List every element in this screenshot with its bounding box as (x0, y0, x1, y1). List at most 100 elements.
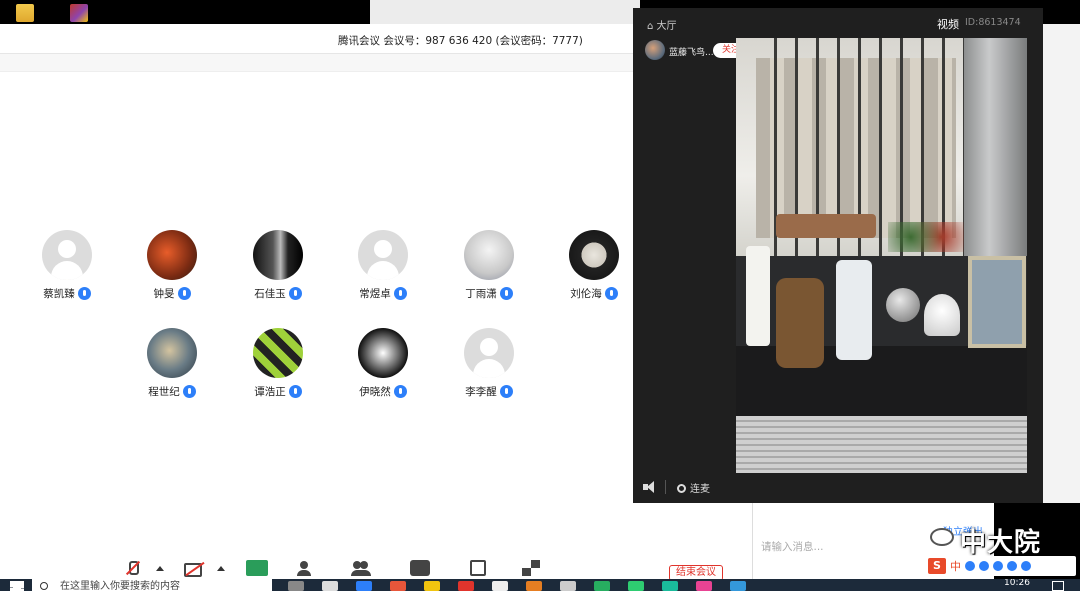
notification-icon[interactable] (1052, 581, 1064, 591)
taskbar-app-icon[interactable] (560, 581, 576, 591)
folder-icon[interactable] (16, 4, 34, 22)
participant-tile[interactable]: 程世纪 (127, 328, 217, 399)
host-badge-icon (62, 270, 72, 280)
sogou-icon[interactable]: S (928, 558, 946, 574)
windows-start-icon[interactable] (10, 581, 24, 591)
mic-icon (77, 287, 91, 300)
taskbar-app-icon[interactable] (662, 581, 678, 591)
file-explorer-icon[interactable] (424, 581, 440, 591)
divider (665, 480, 666, 494)
host-name: 蓝藤飞鸟... (669, 48, 714, 58)
avatar (147, 328, 197, 378)
chat-input[interactable]: 请输入消息... (761, 539, 824, 554)
search-placeholder: 在这里输入你要搜索的内容 (60, 581, 180, 591)
keyboard-icon[interactable] (993, 561, 1003, 571)
watermark-text: 中大院 (960, 528, 1042, 558)
taskbar-app-icon[interactable] (730, 581, 746, 591)
participant-tile[interactable]: 石佳玉 (233, 230, 323, 301)
chat-icon[interactable] (410, 560, 430, 576)
apps-icon[interactable] (522, 560, 540, 576)
video-title: 视频 (937, 18, 959, 31)
host-avatar[interactable] (645, 40, 665, 60)
ime-toolbar[interactable]: S 中 (926, 556, 1076, 576)
ime-language[interactable]: 中 (950, 558, 961, 574)
video-scene-tray (776, 214, 876, 238)
video-window: ⌂ 大厅 视频 ID:8613474 蓝藤飞鸟... 关注 ♫ 排麦 连麦 (633, 8, 1043, 503)
document-icon[interactable] (470, 560, 486, 576)
connect-mic-button[interactable]: 连麦 (677, 480, 710, 495)
search-icon (40, 582, 48, 590)
taskbar-search[interactable]: 在这里输入你要搜索的内容 (32, 579, 272, 591)
participant-tile[interactable]: 谭浩正 (233, 328, 323, 399)
video-scene-frame (968, 256, 1026, 348)
participant-tile[interactable]: 常煜卓 (338, 230, 428, 301)
chevron-up-icon[interactable] (217, 566, 225, 571)
default-avatar (464, 328, 514, 378)
home-link[interactable]: ⌂ 大厅 (647, 17, 677, 32)
skin-icon[interactable] (1007, 561, 1017, 571)
mute-mic-icon[interactable] (124, 560, 140, 576)
mic-icon (393, 287, 407, 300)
edge-icon[interactable] (356, 581, 372, 591)
participant-name: 丁雨潇 (465, 288, 497, 300)
stop-video-icon[interactable] (184, 560, 206, 577)
emoji-icon[interactable] (965, 561, 975, 571)
video-scene-bottle (746, 246, 770, 346)
taskbar-app-icon[interactable] (696, 581, 712, 591)
video-scene-jar (924, 294, 960, 336)
participant-tile[interactable]: 丁雨潇 (444, 230, 534, 301)
taskbar-app-icon[interactable] (594, 581, 610, 591)
taskbar: 在这里输入你要搜索的内容 10:26 (0, 579, 1080, 591)
task-view-icon[interactable] (288, 581, 304, 591)
taskbar-app-icon[interactable] (458, 581, 474, 591)
wechat-taskbar-icon[interactable] (628, 581, 644, 591)
participant-tile[interactable]: 蔡凯臻 (22, 230, 112, 301)
participant-name: 常煜卓 (359, 288, 391, 300)
taskbar-app-icon[interactable] (526, 581, 542, 591)
participant-tile[interactable]: 伊晓然 (338, 328, 428, 399)
default-avatar (358, 230, 408, 280)
connect-label: 连麦 (690, 484, 710, 495)
video-scene-bag (776, 278, 824, 368)
video-scene-radiator (736, 416, 1027, 473)
participant-tile[interactable]: 李李醒 (444, 328, 534, 399)
ime-mic-icon[interactable] (979, 561, 989, 571)
video-scene-curtain (964, 38, 1027, 278)
participant-tile[interactable]: 刘伦海 (549, 230, 639, 301)
avatar (253, 328, 303, 378)
members-icon[interactable] (350, 560, 372, 576)
mic-icon (288, 385, 302, 398)
share-screen-icon[interactable] (246, 560, 268, 576)
mic-icon (288, 287, 302, 300)
meeting-toolbar: 结束会议 (0, 557, 752, 581)
avatar (358, 328, 408, 378)
taskbar-app-icon[interactable] (492, 581, 508, 591)
participant-name: 谭浩正 (254, 386, 286, 398)
mic-icon (604, 287, 618, 300)
volume-icon[interactable] (643, 480, 657, 494)
avatar (569, 230, 619, 280)
desktop-app-icon[interactable] (70, 4, 88, 22)
avatar (147, 230, 197, 280)
default-avatar (42, 230, 92, 280)
tools-icon[interactable] (1021, 561, 1031, 571)
wechat-icon (930, 528, 954, 546)
video-id: ID:8613474 (965, 17, 1021, 28)
participant-name: 刘伦海 (570, 288, 602, 300)
taskbar-app-icon[interactable] (390, 581, 406, 591)
taskbar-clock[interactable]: 10:26 (1004, 579, 1030, 588)
taskbar-app-icon[interactable] (322, 581, 338, 591)
participant-tile[interactable]: 钟旻 (127, 230, 217, 301)
mic-icon (499, 385, 513, 398)
home-icon: ⌂ (647, 21, 657, 32)
avatar (464, 230, 514, 280)
chevron-up-icon[interactable] (156, 566, 164, 571)
mic-icon (177, 287, 191, 300)
phone-icon (677, 484, 686, 493)
desktop-wallpaper (370, 0, 640, 24)
video-feed[interactable] (736, 38, 1027, 473)
mic-icon (393, 385, 407, 398)
mic-icon (182, 385, 196, 398)
avatar (253, 230, 303, 280)
invite-icon[interactable] (296, 560, 318, 576)
